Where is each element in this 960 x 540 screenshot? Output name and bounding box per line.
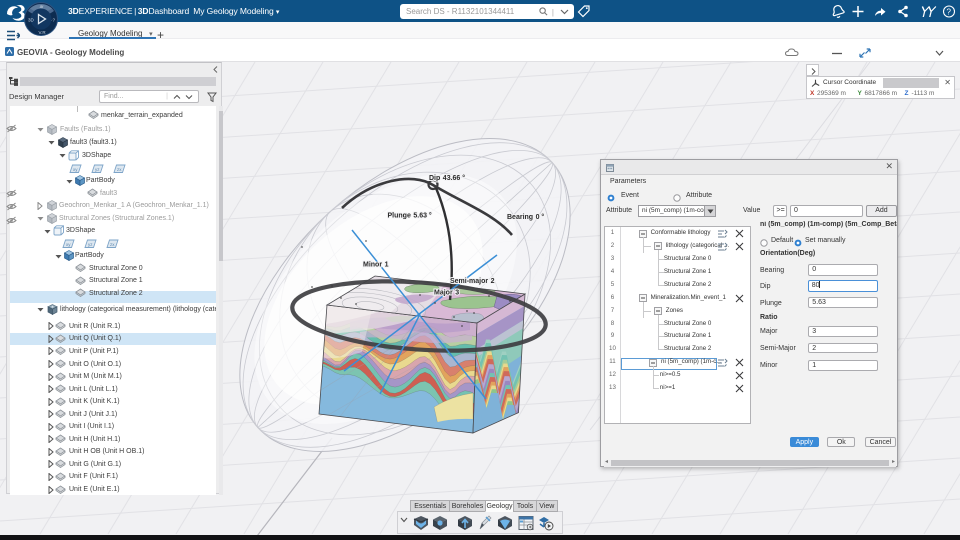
svg-text:xy: xy [66,241,71,246]
svg-text:Semi-major 2: Semi-major 2 [450,278,495,285]
svg-text:Major 3: Major 3 [434,290,459,297]
svg-text:zx: zx [117,166,122,171]
svg-text:V.R: V.R [38,30,46,35]
svg-text:·?: ·? [51,17,55,22]
svg-text:yz: yz [95,166,100,171]
svg-text:Plunge 5.63 °: Plunge 5.63 ° [388,212,432,220]
svg-text:yz: yz [88,241,93,246]
svg-text:Bearing 0 °: Bearing 0 ° [507,213,544,221]
svg-text:zx: zx [110,241,115,246]
svg-text:?: ? [947,7,952,16]
svg-text:3D: 3D [28,17,35,22]
svg-text:Dip 43.66 °: Dip 43.66 ° [429,174,465,182]
svg-text:xy: xy [73,166,78,171]
svg-text:Minor 1: Minor 1 [363,262,389,269]
